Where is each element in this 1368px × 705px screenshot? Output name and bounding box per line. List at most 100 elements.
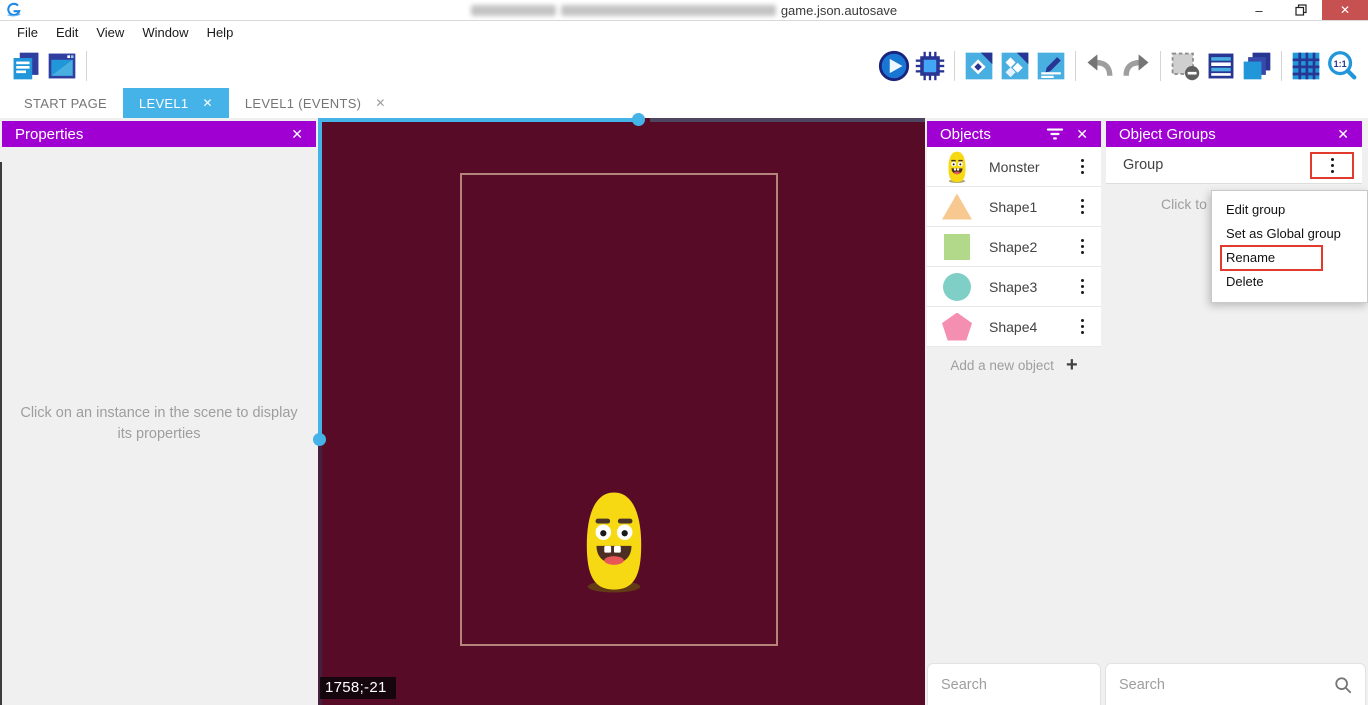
play-preview-icon[interactable] [876, 48, 912, 84]
add-object-icon[interactable] [961, 48, 997, 84]
close-panel-icon[interactable]: ✕ [291, 126, 303, 143]
square-icon [944, 234, 970, 260]
group-row[interactable]: Group [1106, 147, 1362, 184]
redo-icon[interactable] [1118, 48, 1154, 84]
redacted-title-segment [471, 5, 556, 16]
object-row-shape3[interactable]: Shape3 [927, 267, 1101, 307]
menu-bar: File Edit View Window Help [0, 21, 1368, 44]
object-name: Shape2 [981, 239, 1071, 255]
layers-icon[interactable] [1239, 48, 1275, 84]
debug-icon[interactable] [912, 48, 948, 84]
screen-edge [0, 162, 2, 705]
object-menu-icon[interactable] [1071, 159, 1093, 174]
project-manager-icon[interactable] [8, 48, 44, 84]
object-menu-icon[interactable] [1071, 239, 1093, 254]
menu-item-edit-group[interactable]: Edit group [1212, 198, 1367, 222]
groups-search-input[interactable] [1119, 677, 1334, 693]
object-groups-panel: Object Groups ✕ Group Click to Edit grou… [1103, 118, 1368, 705]
undo-icon[interactable] [1082, 48, 1118, 84]
menu-file[interactable]: File [8, 25, 47, 40]
tab-bar: START PAGE LEVEL1 ✕ LEVEL1 (EVENTS) ✕ [0, 88, 1368, 118]
pentagon-icon [942, 313, 972, 341]
menu-view[interactable]: View [87, 25, 133, 40]
restore-button[interactable] [1280, 0, 1322, 20]
add-new-object-button[interactable]: Add a new object + [925, 347, 1103, 383]
object-groups-panel-title: Object Groups [1119, 126, 1325, 143]
close-panel-icon[interactable]: ✕ [1076, 126, 1088, 143]
groups-search-box [1105, 663, 1366, 705]
toggle-grid-icon[interactable] [1288, 48, 1324, 84]
menu-item-delete[interactable]: Delete [1212, 270, 1367, 294]
menu-item-rename[interactable]: Rename [1212, 246, 1367, 270]
title-bar: game.json.autosave – ✕ [0, 0, 1368, 21]
tab-level1-events[interactable]: LEVEL1 (EVENTS) ✕ [229, 88, 402, 118]
minimize-button[interactable]: – [1238, 0, 1280, 20]
objects-panel: Objects ✕ Monster Sha [925, 118, 1103, 705]
start-page-window-icon[interactable] [44, 48, 80, 84]
filter-icon[interactable] [1046, 126, 1064, 142]
edit-scene-properties-icon[interactable] [1033, 48, 1069, 84]
group-menu-icon[interactable] [1321, 158, 1343, 173]
object-menu-icon[interactable] [1071, 319, 1093, 334]
minimize-icon: – [1255, 3, 1262, 18]
object-row-shape2[interactable]: Shape2 [927, 227, 1101, 267]
properties-empty-message: Click on an instance in the scene to dis… [14, 403, 304, 445]
window-title-text: game.json.autosave [781, 3, 897, 18]
monster-thumbnail-icon [933, 151, 981, 183]
object-row-monster[interactable]: Monster [927, 147, 1101, 187]
object-row-shape1[interactable]: Shape1 [927, 187, 1101, 227]
tab-start-page[interactable]: START PAGE [8, 88, 123, 118]
object-menu-icon[interactable] [1071, 199, 1093, 214]
object-name: Shape4 [981, 319, 1071, 335]
resize-handle-top[interactable] [632, 113, 645, 126]
tab-close-icon[interactable]: ✕ [375, 96, 385, 110]
monster-instance[interactable] [580, 490, 648, 593]
toolbar-separator [954, 51, 955, 81]
add-new-object-label: Add a new object [950, 358, 1054, 373]
properties-panel: Properties ✕ Click on an instance in the… [0, 118, 318, 705]
search-icon [1334, 676, 1352, 694]
resize-handle-left[interactable] [313, 433, 326, 446]
menu-window[interactable]: Window [133, 25, 197, 40]
toolbar-separator [86, 51, 87, 81]
close-panel-icon[interactable]: ✕ [1337, 126, 1349, 143]
properties-panel-header: Properties ✕ [2, 121, 316, 147]
restore-icon [1295, 4, 1307, 16]
zoom-reset-icon[interactable]: 1:1 [1324, 48, 1360, 84]
objects-search-input[interactable] [941, 677, 1128, 693]
object-groups-panel-header: Object Groups ✕ [1106, 121, 1362, 147]
scene-window-border [650, 118, 925, 122]
object-row-shape4[interactable]: Shape4 [927, 307, 1101, 347]
close-icon: ✕ [1340, 3, 1350, 17]
delete-instances-icon[interactable] [1167, 48, 1203, 84]
close-button[interactable]: ✕ [1322, 0, 1368, 20]
circle-icon [943, 273, 971, 301]
menu-help[interactable]: Help [198, 25, 243, 40]
scene-window-border [318, 118, 322, 434]
scene-window-border [318, 446, 322, 705]
object-menu-icon[interactable] [1071, 279, 1093, 294]
cursor-coordinates: 1758;-21 [320, 677, 396, 699]
group-context-menu: Edit group Set as Global group Rename De… [1211, 190, 1368, 303]
add-object-group-icon[interactable] [997, 48, 1033, 84]
groups-hint-text: Click to [1161, 196, 1207, 212]
menu-item-set-global-group[interactable]: Set as Global group [1212, 222, 1367, 246]
object-name: Monster [981, 159, 1071, 175]
toolbar-separator [1075, 51, 1076, 81]
menu-edit[interactable]: Edit [47, 25, 87, 40]
scene-canvas[interactable]: 1758;-21 [318, 118, 925, 705]
zoom-reset-label: 1:1 [1334, 59, 1347, 69]
redacted-title-segment [561, 5, 776, 16]
objects-list-icon[interactable] [1203, 48, 1239, 84]
tab-level1[interactable]: LEVEL1 ✕ [123, 88, 229, 118]
objects-list: Monster Shape1 Shape2 Shape3 [927, 147, 1101, 347]
toolbar-separator [1281, 51, 1282, 81]
annotation-highlight-box [1310, 152, 1354, 179]
gdevelop-window: game.json.autosave – ✕ File Edit View Wi… [0, 0, 1368, 705]
objects-panel-header: Objects ✕ [927, 121, 1101, 147]
toolbar: 1:1 [0, 44, 1368, 88]
object-name: Shape1 [981, 199, 1071, 215]
scene-window-border [318, 118, 638, 122]
object-name: Shape3 [981, 279, 1071, 295]
tab-close-icon[interactable]: ✕ [202, 96, 212, 110]
